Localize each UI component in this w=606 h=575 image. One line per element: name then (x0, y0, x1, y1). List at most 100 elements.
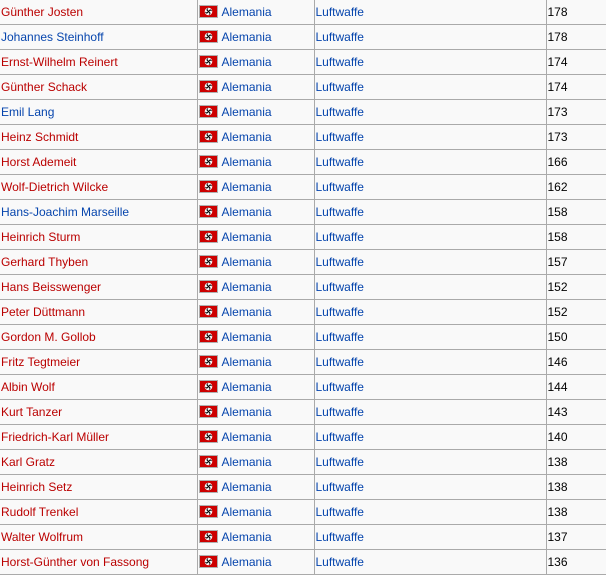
branch-link[interactable]: Luftwaffe (316, 305, 364, 319)
branch-link[interactable]: Luftwaffe (316, 80, 364, 94)
pilot-name-link[interactable]: Heinz Schmidt (1, 130, 78, 144)
kills-cell: 138 (545, 449, 606, 475)
country-link[interactable]: Alemania (222, 455, 272, 469)
branch-link[interactable]: Luftwaffe (316, 30, 364, 44)
branch-link[interactable]: Luftwaffe (316, 130, 364, 144)
country-link[interactable]: Alemania (222, 255, 272, 269)
country-link[interactable]: Alemania (222, 530, 272, 544)
country-cell: Alemania (196, 549, 315, 575)
pilot-name-link[interactable]: Günther Josten (1, 5, 83, 19)
pilot-name-link[interactable]: Emil Lang (1, 105, 54, 119)
pilot-name-cell: Karl Gratz (0, 449, 198, 475)
kills-value: 146 (547, 355, 568, 369)
branch-link[interactable]: Luftwaffe (316, 5, 364, 19)
pilot-name-cell: Rudolf Trenkel (0, 499, 198, 525)
table-row: Günther Josten Alemania Luftwaffe 178 (0, 0, 606, 25)
pilot-name-link[interactable]: Heinrich Setz (1, 480, 72, 494)
branch-link[interactable]: Luftwaffe (316, 255, 364, 269)
pilot-name-link[interactable]: Albin Wolf (1, 380, 55, 394)
nazi-germany-flag-icon (198, 255, 218, 268)
branch-cell: Luftwaffe (313, 249, 547, 275)
branch-link[interactable]: Luftwaffe (316, 280, 364, 294)
nazi-germany-flag-icon (198, 130, 218, 143)
kills-value: 178 (547, 5, 568, 19)
table-row: Wolf-Dietrich Wilcke Alemania Luftwaffe … (0, 174, 606, 200)
table-row: Albin Wolf Alemania Luftwaffe 144 (0, 374, 606, 400)
country-link[interactable]: Alemania (222, 55, 272, 69)
branch-link[interactable]: Luftwaffe (316, 555, 364, 569)
pilot-name-link[interactable]: Johannes Steinhoff (1, 30, 104, 44)
country-link[interactable]: Alemania (222, 280, 272, 294)
branch-link[interactable]: Luftwaffe (316, 155, 364, 169)
nazi-germany-flag-icon (198, 105, 218, 118)
country-link[interactable]: Alemania (222, 130, 272, 144)
branch-link[interactable]: Luftwaffe (316, 480, 364, 494)
kills-cell: 178 (545, 24, 606, 50)
pilot-name-link[interactable]: Günther Schack (1, 80, 87, 94)
pilot-name-link[interactable]: Heinrich Sturm (1, 230, 80, 244)
country-cell: Alemania (196, 149, 315, 175)
country-cell: Alemania (196, 24, 315, 50)
branch-link[interactable]: Luftwaffe (316, 330, 364, 344)
branch-link[interactable]: Luftwaffe (316, 380, 364, 394)
country-link[interactable]: Alemania (222, 155, 272, 169)
branch-link[interactable]: Luftwaffe (316, 230, 364, 244)
kills-cell: 158 (545, 199, 606, 225)
branch-link[interactable]: Luftwaffe (316, 530, 364, 544)
pilot-name-cell: Peter Düttmann (0, 299, 198, 325)
branch-link[interactable]: Luftwaffe (316, 105, 364, 119)
country-cell: Alemania (196, 424, 315, 450)
table-row: Kurt Tanzer Alemania Luftwaffe 143 (0, 399, 606, 425)
pilot-name-link[interactable]: Ernst-Wilhelm Reinert (1, 55, 118, 69)
pilot-name-link[interactable]: Fritz Tegtmeier (1, 355, 80, 369)
country-cell: Alemania (196, 249, 315, 275)
pilot-name-link[interactable]: Gordon M. Gollob (1, 330, 96, 344)
pilot-name-link[interactable]: Gerhard Thyben (1, 255, 88, 269)
pilot-name-link[interactable]: Hans Beisswenger (1, 280, 101, 294)
country-link[interactable]: Alemania (222, 405, 272, 419)
table-row: Heinz Schmidt Alemania Luftwaffe 173 (0, 124, 606, 150)
branch-link[interactable]: Luftwaffe (316, 455, 364, 469)
pilot-name-link[interactable]: Kurt Tanzer (1, 405, 62, 419)
table-row: Emil Lang Alemania Luftwaffe 173 (0, 99, 606, 125)
country-link[interactable]: Alemania (222, 480, 272, 494)
pilot-name-link[interactable]: Walter Wolfrum (1, 530, 83, 544)
country-link[interactable]: Alemania (222, 555, 272, 569)
branch-link[interactable]: Luftwaffe (316, 430, 364, 444)
country-link[interactable]: Alemania (222, 380, 272, 394)
country-link[interactable]: Alemania (222, 80, 272, 94)
pilot-name-link[interactable]: Horst-Günther von Fassong (1, 555, 149, 569)
branch-link[interactable]: Luftwaffe (316, 405, 364, 419)
pilot-name-cell: Hans Beisswenger (0, 274, 198, 300)
pilot-name-link[interactable]: Friedrich-Karl Müller (1, 430, 109, 444)
branch-link[interactable]: Luftwaffe (316, 205, 364, 219)
pilot-name-link[interactable]: Wolf-Dietrich Wilcke (1, 180, 108, 194)
country-link[interactable]: Alemania (222, 180, 272, 194)
country-link[interactable]: Alemania (222, 505, 272, 519)
country-link[interactable]: Alemania (222, 305, 272, 319)
branch-link[interactable]: Luftwaffe (316, 355, 364, 369)
branch-link[interactable]: Luftwaffe (316, 55, 364, 69)
country-link[interactable]: Alemania (222, 5, 272, 19)
country-link[interactable]: Alemania (222, 330, 272, 344)
country-link[interactable]: Alemania (222, 230, 272, 244)
country-cell: Alemania (196, 374, 315, 400)
pilot-name-link[interactable]: Peter Düttmann (1, 305, 85, 319)
country-link[interactable]: Alemania (222, 105, 272, 119)
country-link[interactable]: Alemania (222, 355, 272, 369)
country-link[interactable]: Alemania (222, 430, 272, 444)
pilot-name-link[interactable]: Karl Gratz (1, 455, 55, 469)
kills-value: 140 (547, 430, 568, 444)
nazi-germany-flag-icon (198, 330, 218, 343)
country-link[interactable]: Alemania (222, 30, 272, 44)
pilot-name-link[interactable]: Rudolf Trenkel (1, 505, 78, 519)
pilot-name-link[interactable]: Horst Ademeit (1, 155, 76, 169)
pilot-name-cell: Gordon M. Gollob (0, 324, 198, 350)
branch-link[interactable]: Luftwaffe (316, 505, 364, 519)
pilot-name-cell: Heinz Schmidt (0, 124, 198, 150)
branch-link[interactable]: Luftwaffe (316, 180, 364, 194)
country-link[interactable]: Alemania (222, 205, 272, 219)
pilot-name-link[interactable]: Hans-Joachim Marseille (1, 205, 129, 219)
country-cell: Alemania (196, 524, 315, 550)
table-row: Fritz Tegtmeier Alemania Luftwaffe 146 (0, 349, 606, 375)
